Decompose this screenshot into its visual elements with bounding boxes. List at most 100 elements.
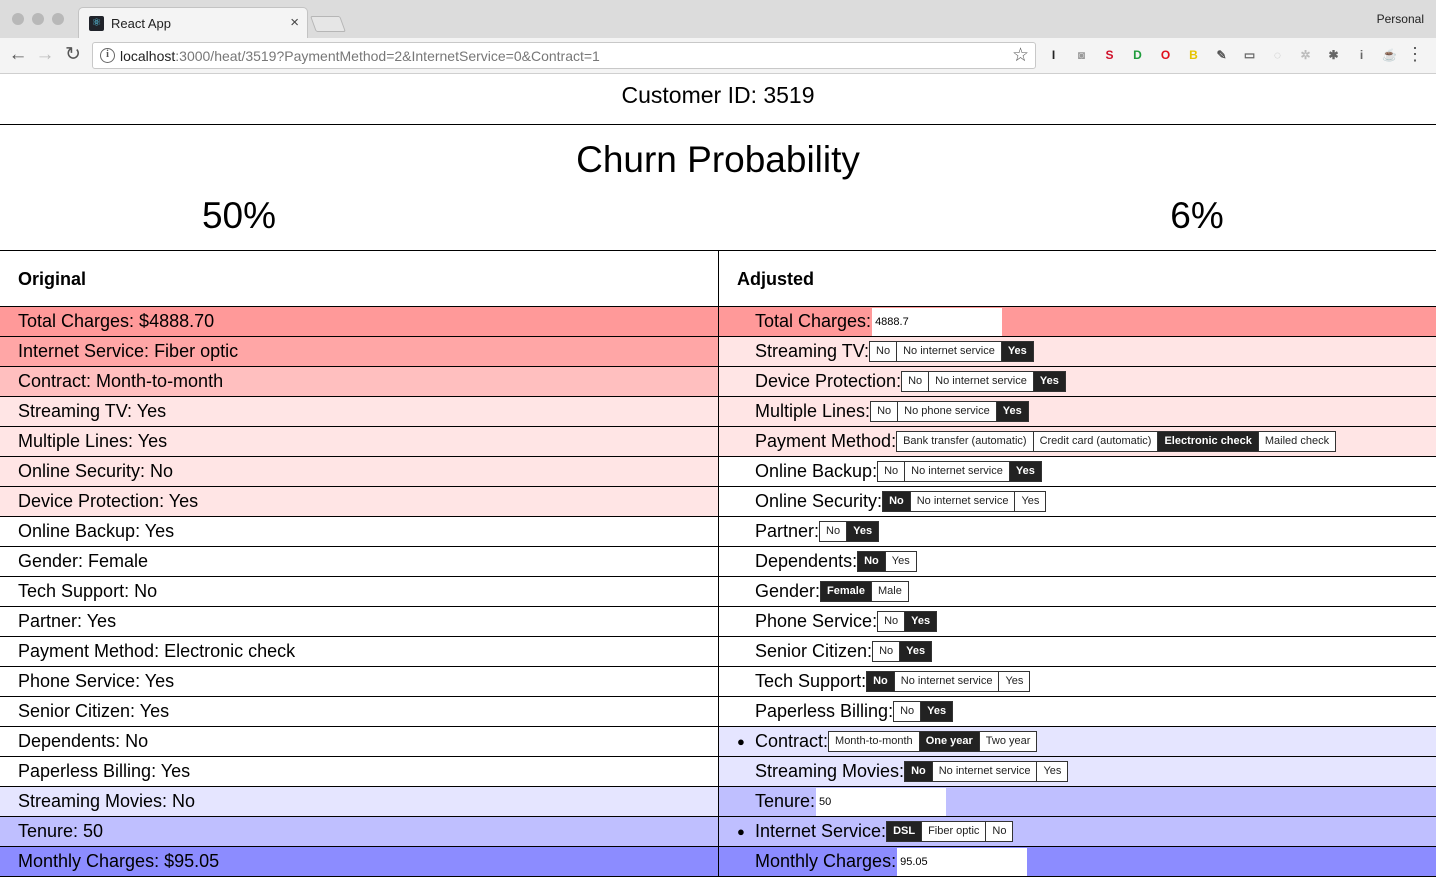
new-tab-button[interactable] bbox=[310, 16, 346, 32]
option-dsl-button[interactable]: DSL bbox=[886, 821, 923, 842]
reload-icon[interactable]: ↻ bbox=[61, 43, 85, 67]
option-one-year-button[interactable]: One year bbox=[918, 731, 980, 752]
pin-icon[interactable]: ✎ bbox=[1213, 47, 1230, 64]
info-extension-icon[interactable]: i bbox=[1353, 47, 1370, 64]
bookmark-star-icon[interactable]: ☆ bbox=[1012, 44, 1029, 67]
tab-close-icon[interactable]: × bbox=[290, 14, 299, 31]
info-icon[interactable]: i bbox=[100, 48, 115, 63]
option-toggle-group: No No internet service Yes bbox=[904, 761, 1069, 782]
option-no-button[interactable]: No bbox=[904, 761, 933, 782]
option-no-button[interactable]: No bbox=[857, 551, 886, 572]
option-no-button[interactable]: No bbox=[870, 401, 899, 422]
option-toggle-group: No No internet service Yes bbox=[869, 341, 1034, 362]
forward-arrow-icon[interactable]: → bbox=[33, 43, 57, 67]
feature-label: Tech Support: bbox=[755, 671, 867, 691]
camera-icon[interactable]: ◙ bbox=[1073, 47, 1090, 64]
option-no-internet-service-button[interactable]: No internet service bbox=[909, 491, 1016, 512]
option-yes-button[interactable]: Yes bbox=[846, 521, 880, 542]
option-toggle-group: No Yes bbox=[893, 701, 954, 722]
window-minimize-dot[interactable] bbox=[32, 13, 44, 25]
option-female-button[interactable]: Female bbox=[820, 581, 872, 602]
browser-tab[interactable]: ⚛ React App × bbox=[78, 7, 308, 38]
option-credit-card-automatic-button[interactable]: Credit card (automatic) bbox=[1032, 431, 1159, 452]
option-electronic-check-button[interactable]: Electronic check bbox=[1157, 431, 1259, 452]
option-toggle-group: No No internet service Yes bbox=[877, 461, 1042, 482]
option-yes-button[interactable]: Yes bbox=[1014, 491, 1047, 512]
option-no-internet-service-button[interactable]: No internet service bbox=[896, 341, 1002, 362]
feature-label: Multiple Lines: bbox=[755, 401, 871, 421]
original-row: Gender: Female bbox=[0, 547, 718, 577]
feature-label: Streaming TV: bbox=[755, 341, 870, 361]
option-yes-button[interactable]: Yes bbox=[995, 401, 1029, 422]
option-male-button[interactable]: Male bbox=[870, 581, 909, 602]
option-no-button[interactable]: No bbox=[893, 701, 922, 722]
option-no-button[interactable]: No bbox=[985, 821, 1014, 842]
window-close-dot[interactable] bbox=[12, 13, 24, 25]
gear-extension-icon[interactable]: ✲ bbox=[1297, 47, 1314, 64]
total-charges-input[interactable] bbox=[872, 307, 1003, 336]
option-no-phone-service-button[interactable]: No phone service bbox=[897, 401, 997, 422]
option-two-year-button[interactable]: Two year bbox=[978, 731, 1038, 752]
option-toggle-group: No Yes bbox=[877, 611, 938, 632]
option-yes-button[interactable]: Yes bbox=[1008, 461, 1042, 482]
window-zoom-dot[interactable] bbox=[52, 13, 64, 25]
browser-toolbar: ← → ↻ i localhost:3000/heat/3519?Payment… bbox=[0, 38, 1436, 74]
feature-label: Dependents: bbox=[755, 551, 858, 571]
green-extension-icon[interactable]: D bbox=[1129, 47, 1146, 64]
original-row: Online Backup: Yes bbox=[0, 517, 718, 547]
adjusted-row-online-security: Online Security: No No internet service Yes bbox=[719, 487, 1436, 517]
opera-icon[interactable]: O bbox=[1157, 47, 1174, 64]
original-row: Payment Method: Electronic check bbox=[0, 637, 718, 667]
option-no-internet-service-button[interactable]: No internet service bbox=[928, 371, 1034, 392]
option-no-button[interactable]: No bbox=[901, 371, 930, 392]
option-yes-button[interactable]: Yes bbox=[998, 671, 1031, 692]
option-no-button[interactable]: No bbox=[869, 341, 898, 362]
tenure-input[interactable] bbox=[816, 787, 947, 816]
adjusted-row-streaming-movies: Streaming Movies: No No internet service Ye… bbox=[719, 757, 1436, 787]
option-no-button[interactable]: No bbox=[872, 641, 901, 662]
feature-label: Online Security: bbox=[755, 491, 883, 511]
option-yes-button[interactable]: Yes bbox=[904, 611, 938, 632]
back-arrow-icon[interactable]: ← bbox=[6, 43, 30, 67]
option-fiber-optic-button[interactable]: Fiber optic bbox=[921, 821, 987, 842]
option-no-button[interactable]: No bbox=[877, 611, 906, 632]
browser-menu-icon[interactable]: ⋮ bbox=[1406, 44, 1424, 64]
bug-icon[interactable]: ✱ bbox=[1325, 47, 1342, 64]
address-bar[interactable]: i localhost:3000/heat/3519?PaymentMethod… bbox=[92, 42, 1036, 69]
option-month-to-month-button[interactable]: Month-to-month bbox=[828, 731, 920, 752]
option-yes-button[interactable]: Yes bbox=[1000, 341, 1034, 362]
b-extension-icon[interactable]: B bbox=[1185, 47, 1202, 64]
option-toggle-group: No No internet service Yes bbox=[901, 371, 1066, 392]
option-no-button[interactable]: No bbox=[866, 671, 895, 692]
option-no-button[interactable]: No bbox=[819, 521, 848, 542]
option-no-internet-service-button[interactable]: No internet service bbox=[931, 761, 1038, 782]
option-yes-button[interactable]: Yes bbox=[1032, 371, 1066, 392]
feature-label: Phone Service: bbox=[755, 611, 878, 631]
option-yes-button[interactable]: Yes bbox=[884, 551, 917, 572]
option-toggle-group: DSL Fiber optic No bbox=[886, 821, 1014, 842]
cup-extension-icon[interactable]: ☕ bbox=[1381, 47, 1398, 64]
option-yes-button[interactable]: Yes bbox=[920, 701, 954, 722]
option-yes-button[interactable]: Yes bbox=[899, 641, 933, 662]
feature-label: Monthly Charges: bbox=[755, 851, 897, 871]
option-no-button[interactable]: No bbox=[882, 491, 911, 512]
instapaper-icon[interactable]: I bbox=[1045, 47, 1062, 64]
divider bbox=[0, 124, 1436, 125]
original-row: Device Protection: Yes bbox=[0, 487, 718, 517]
original-row: Tenure: 50 bbox=[0, 817, 718, 847]
option-mailed-check-button[interactable]: Mailed check bbox=[1257, 431, 1337, 452]
option-no-button[interactable]: No bbox=[877, 461, 906, 482]
option-bank-transfer-automatic-button[interactable]: Bank transfer (automatic) bbox=[896, 431, 1034, 452]
profile-label[interactable]: Personal bbox=[1377, 12, 1424, 26]
original-row: Senior Citizen: Yes bbox=[0, 697, 718, 727]
option-yes-button[interactable]: Yes bbox=[1036, 761, 1069, 782]
feature-label: Senior Citizen: bbox=[755, 641, 873, 661]
adjusted-row-monthly-charges: Monthly Charges: bbox=[719, 847, 1436, 877]
circle-extension-icon[interactable]: ◌ bbox=[1269, 47, 1286, 64]
option-no-internet-service-button[interactable]: No internet service bbox=[893, 671, 1000, 692]
cast-icon[interactable]: ▭ bbox=[1241, 47, 1258, 64]
s-extension-icon[interactable]: S bbox=[1101, 47, 1118, 64]
monthly-charges-input[interactable] bbox=[897, 847, 1028, 876]
option-no-internet-service-button[interactable]: No internet service bbox=[904, 461, 1010, 482]
adjusted-row-paperless-billing: Paperless Billing: No Yes bbox=[719, 697, 1436, 727]
